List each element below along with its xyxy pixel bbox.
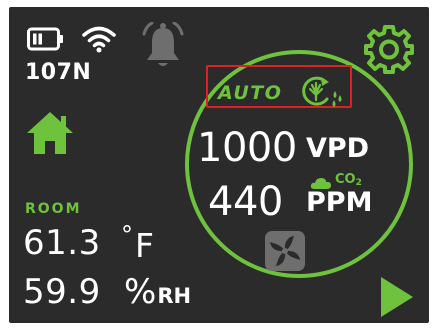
percent-symbol: % (124, 272, 157, 312)
signal-value: 107N (25, 60, 92, 85)
ppm-unit: PPM (306, 187, 373, 218)
auto-mode-label: AUTO (218, 82, 283, 104)
vpd-value: 1000 (197, 125, 297, 171)
co2-text: CO (335, 172, 356, 187)
humidity-value: 59.9 (23, 272, 101, 312)
vpd-unit: VPD (306, 133, 370, 164)
settings-button[interactable] (364, 24, 414, 74)
fahrenheit-label: F (135, 226, 154, 265)
bell-icon[interactable] (141, 22, 185, 72)
cycle-leaf-drops-icon (302, 76, 342, 107)
controller-screen: 107N ROOM 61.3 °F 59.9 %RH AUTO 1000 VPD… (9, 7, 429, 323)
wifi-icon (82, 26, 116, 53)
play-button[interactable] (379, 275, 415, 319)
home-icon (27, 112, 73, 154)
co2-value: 440 (208, 179, 283, 225)
play-icon (381, 277, 413, 317)
room-label: ROOM (25, 201, 82, 217)
degree-symbol: ° (121, 221, 133, 249)
temperature-unit: °F (121, 221, 154, 265)
co2-label: CO2 (335, 172, 362, 188)
battery-icon (27, 27, 63, 51)
temperature-value: 61.3 (23, 223, 101, 263)
humidity-unit: %RH (124, 272, 191, 312)
rh-label: RH (157, 284, 192, 308)
gear-icon (364, 25, 414, 74)
home-button[interactable] (25, 110, 75, 156)
fan-icon (265, 231, 305, 271)
